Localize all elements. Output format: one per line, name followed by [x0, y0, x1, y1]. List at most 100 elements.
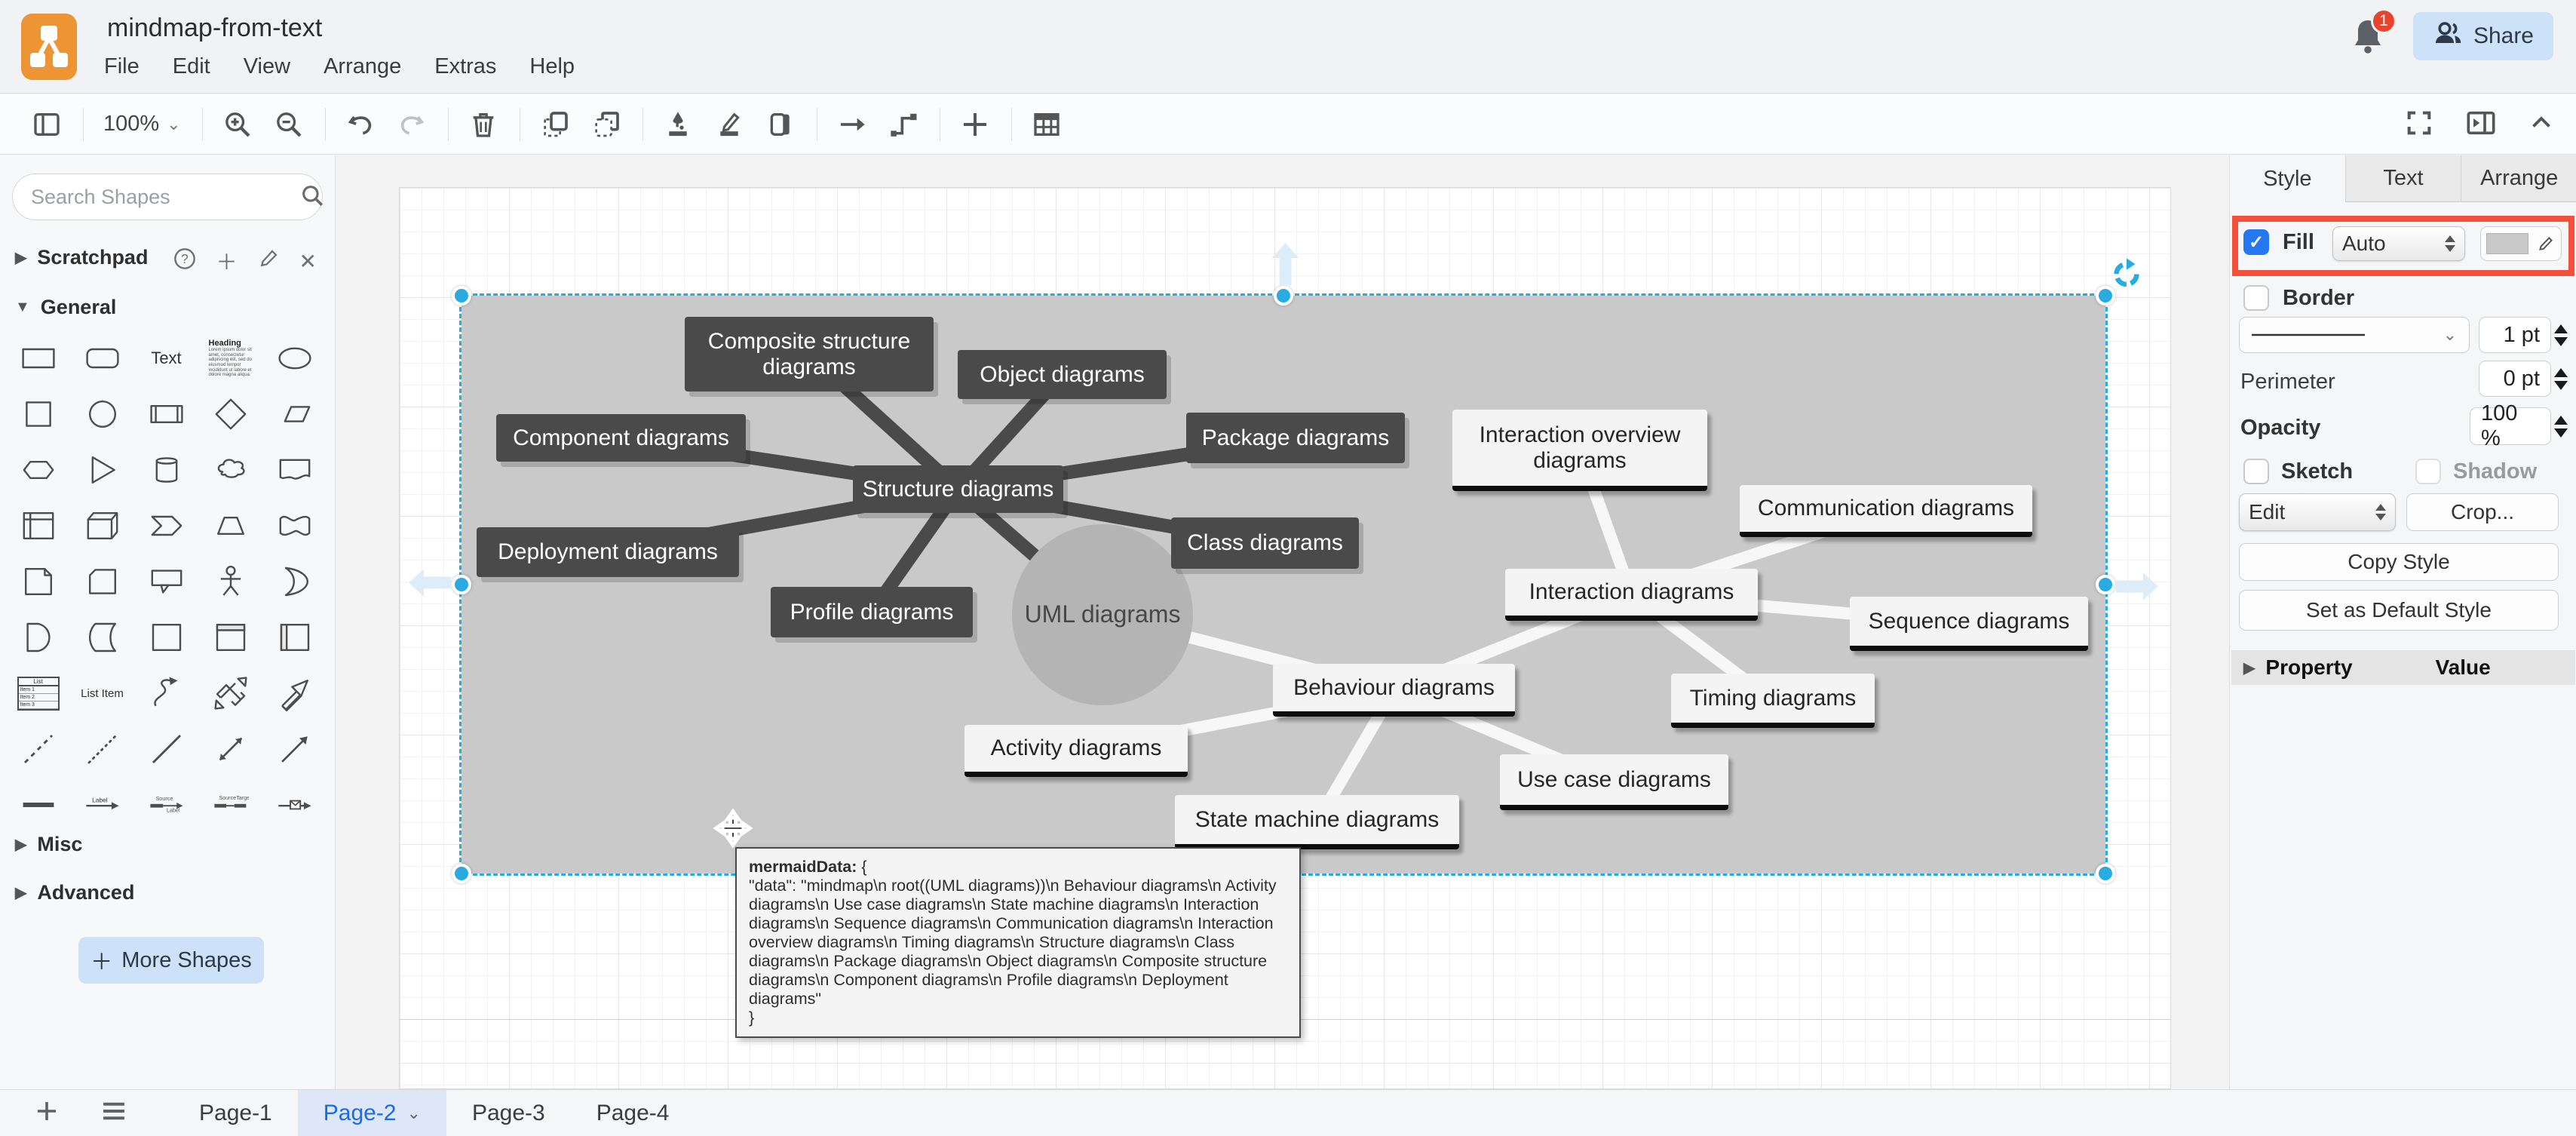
- shape-document[interactable]: [262, 442, 327, 498]
- shape-or[interactable]: [262, 554, 327, 609]
- shape-diamond[interactable]: [198, 386, 262, 442]
- shape-textbox[interactable]: HeadingLorem ipsum dolor sit amet, conse…: [198, 330, 262, 386]
- selection-handle[interactable]: [452, 286, 471, 305]
- shape-list[interactable]: ListItem 1Item 2Item 3: [6, 665, 70, 721]
- scratchpad-section[interactable]: ▶ Scratchpad: [15, 246, 148, 269]
- property-value-header[interactable]: ▶ Property Value: [2231, 650, 2575, 685]
- edit-style-select[interactable]: Edit: [2239, 493, 2396, 531]
- shadow-icon[interactable]: [761, 105, 800, 144]
- notifications-bell-icon[interactable]: 1: [2350, 16, 2386, 57]
- mindmap-node-component[interactable]: Component diagrams: [496, 414, 746, 462]
- shape-label-connector[interactable]: Label: [70, 777, 134, 833]
- redo-icon[interactable]: [392, 105, 431, 144]
- shadow-checkbox[interactable]: [2415, 459, 2441, 484]
- copy-style-button[interactable]: Copy Style: [2239, 543, 2559, 581]
- more-shapes-button[interactable]: ＋ More Shapes: [78, 937, 264, 984]
- mindmap-node-usecase[interactable]: Use case diagrams: [1500, 754, 1728, 810]
- mindmap-node-sequence[interactable]: Sequence diagrams: [1850, 597, 2088, 651]
- shape-trapezoid[interactable]: [198, 498, 262, 554]
- scratchpad-close-icon[interactable]: ✕: [299, 249, 317, 274]
- format-panel-toggle-icon[interactable]: [2464, 108, 2498, 142]
- menu-help[interactable]: Help: [529, 54, 575, 79]
- menu-edit[interactable]: Edit: [173, 54, 210, 79]
- shape-triangle[interactable]: [70, 442, 134, 498]
- mindmap-node-package[interactable]: Package diagrams: [1186, 413, 1405, 463]
- opacity-stepper[interactable]: [2554, 407, 2568, 445]
- shape-cylinder[interactable]: [134, 442, 198, 498]
- shape-search[interactable]: [12, 173, 323, 220]
- misc-section[interactable]: ▶ Misc: [15, 833, 82, 856]
- line-color-icon[interactable]: [710, 105, 749, 144]
- page-tab-page-1[interactable]: Page-1: [173, 1090, 298, 1136]
- to-back-icon[interactable]: [587, 105, 626, 144]
- mindmap-node-uml[interactable]: UML diagrams: [1012, 524, 1193, 705]
- sketch-checkbox[interactable]: [2243, 459, 2269, 484]
- mindmap-node-object[interactable]: Object diagrams: [958, 350, 1167, 399]
- shape-process[interactable]: [134, 386, 198, 442]
- selection-handle[interactable]: [452, 864, 471, 883]
- zoom-out-icon[interactable]: [269, 105, 308, 144]
- tab-text[interactable]: Text: [2346, 155, 2462, 202]
- line-style-select[interactable]: ⌄: [2239, 317, 2470, 353]
- zoom-dropdown[interactable]: 100%⌄: [99, 112, 186, 137]
- page-tab-page-3[interactable]: Page-3: [446, 1090, 571, 1136]
- shape-data-storage[interactable]: [70, 609, 134, 665]
- to-front-icon[interactable]: [535, 105, 575, 144]
- shape-actor[interactable]: [198, 554, 262, 609]
- page-tab-page-4[interactable]: Page-4: [571, 1090, 695, 1136]
- shape-link[interactable]: [6, 777, 70, 833]
- advanced-section[interactable]: ▶ Advanced: [15, 881, 134, 904]
- page-tab-page-2[interactable]: Page-2⌄: [298, 1090, 446, 1136]
- perimeter-stepper[interactable]: [2554, 361, 2568, 397]
- selection-handle[interactable]: [1274, 286, 1293, 305]
- shape-bidirectional-arrow[interactable]: [198, 665, 262, 721]
- fill-mode-select[interactable]: Auto: [2332, 226, 2465, 261]
- mindmap-node-state[interactable]: State machine diagrams: [1175, 795, 1459, 849]
- border-checkbox[interactable]: [2243, 285, 2269, 311]
- shape-step[interactable]: [134, 498, 198, 554]
- shape-line[interactable]: [134, 721, 198, 777]
- insert-icon[interactable]: [955, 105, 995, 144]
- shape-cube[interactable]: [70, 498, 134, 554]
- shape-dotted-line[interactable]: [70, 721, 134, 777]
- collapse-toolbar-icon[interactable]: [2528, 109, 2555, 140]
- tab-arrange[interactable]: Arrange: [2461, 155, 2576, 202]
- search-input[interactable]: [29, 185, 299, 210]
- scratchpad-edit-icon[interactable]: [257, 247, 280, 275]
- shape-parallelogram[interactable]: [262, 386, 327, 442]
- shape-rectangle[interactable]: [6, 330, 70, 386]
- border-width-stepper[interactable]: [2554, 317, 2568, 353]
- share-button[interactable]: Share: [2413, 12, 2553, 60]
- shape-list-item[interactable]: List Item: [70, 665, 134, 721]
- add-page-icon[interactable]: [33, 1098, 60, 1128]
- shape-tape[interactable]: [262, 498, 327, 554]
- shape-cloud[interactable]: [198, 442, 262, 498]
- shape-source-label-connector[interactable]: SourceLabel: [134, 777, 198, 833]
- mindmap-node-composite[interactable]: Composite structure diagrams: [685, 317, 934, 391]
- rotate-handle-icon[interactable]: [2109, 257, 2144, 296]
- selection-handle[interactable]: [452, 575, 471, 594]
- shape-ellipse[interactable]: [262, 330, 327, 386]
- shape-curve[interactable]: [134, 665, 198, 721]
- mindmap-node-structure[interactable]: Structure diagrams: [853, 465, 1063, 513]
- shape-callout[interactable]: [134, 554, 198, 609]
- scratchpad-help-icon[interactable]: ?: [173, 247, 197, 276]
- menu-view[interactable]: View: [244, 54, 290, 79]
- table-icon[interactable]: [1027, 105, 1066, 144]
- undo-icon[interactable]: [341, 105, 380, 144]
- mindmap-node-communication[interactable]: Communication diagrams: [1740, 485, 2032, 537]
- shape-card[interactable]: [70, 554, 134, 609]
- shape-note[interactable]: [6, 554, 70, 609]
- fill-color-icon[interactable]: [658, 105, 698, 144]
- waypoints-icon[interactable]: [884, 105, 923, 144]
- shape-horizontal-container[interactable]: [262, 609, 327, 665]
- mindmap-node-interaction[interactable]: Interaction diagrams: [1505, 569, 1758, 621]
- shape-rounded-rectangle[interactable]: [70, 330, 134, 386]
- mindmap-node-overview[interactable]: Interaction overview diagrams: [1452, 410, 1707, 491]
- menu-file[interactable]: File: [104, 54, 140, 79]
- shape-internal-storage[interactable]: [6, 498, 70, 554]
- shape-source-target-connector[interactable]: SourceTarget: [198, 777, 262, 833]
- shape-symbol-connector[interactable]: [262, 777, 327, 833]
- fill-checkbox[interactable]: [2243, 229, 2269, 255]
- shape-arrow[interactable]: [262, 665, 327, 721]
